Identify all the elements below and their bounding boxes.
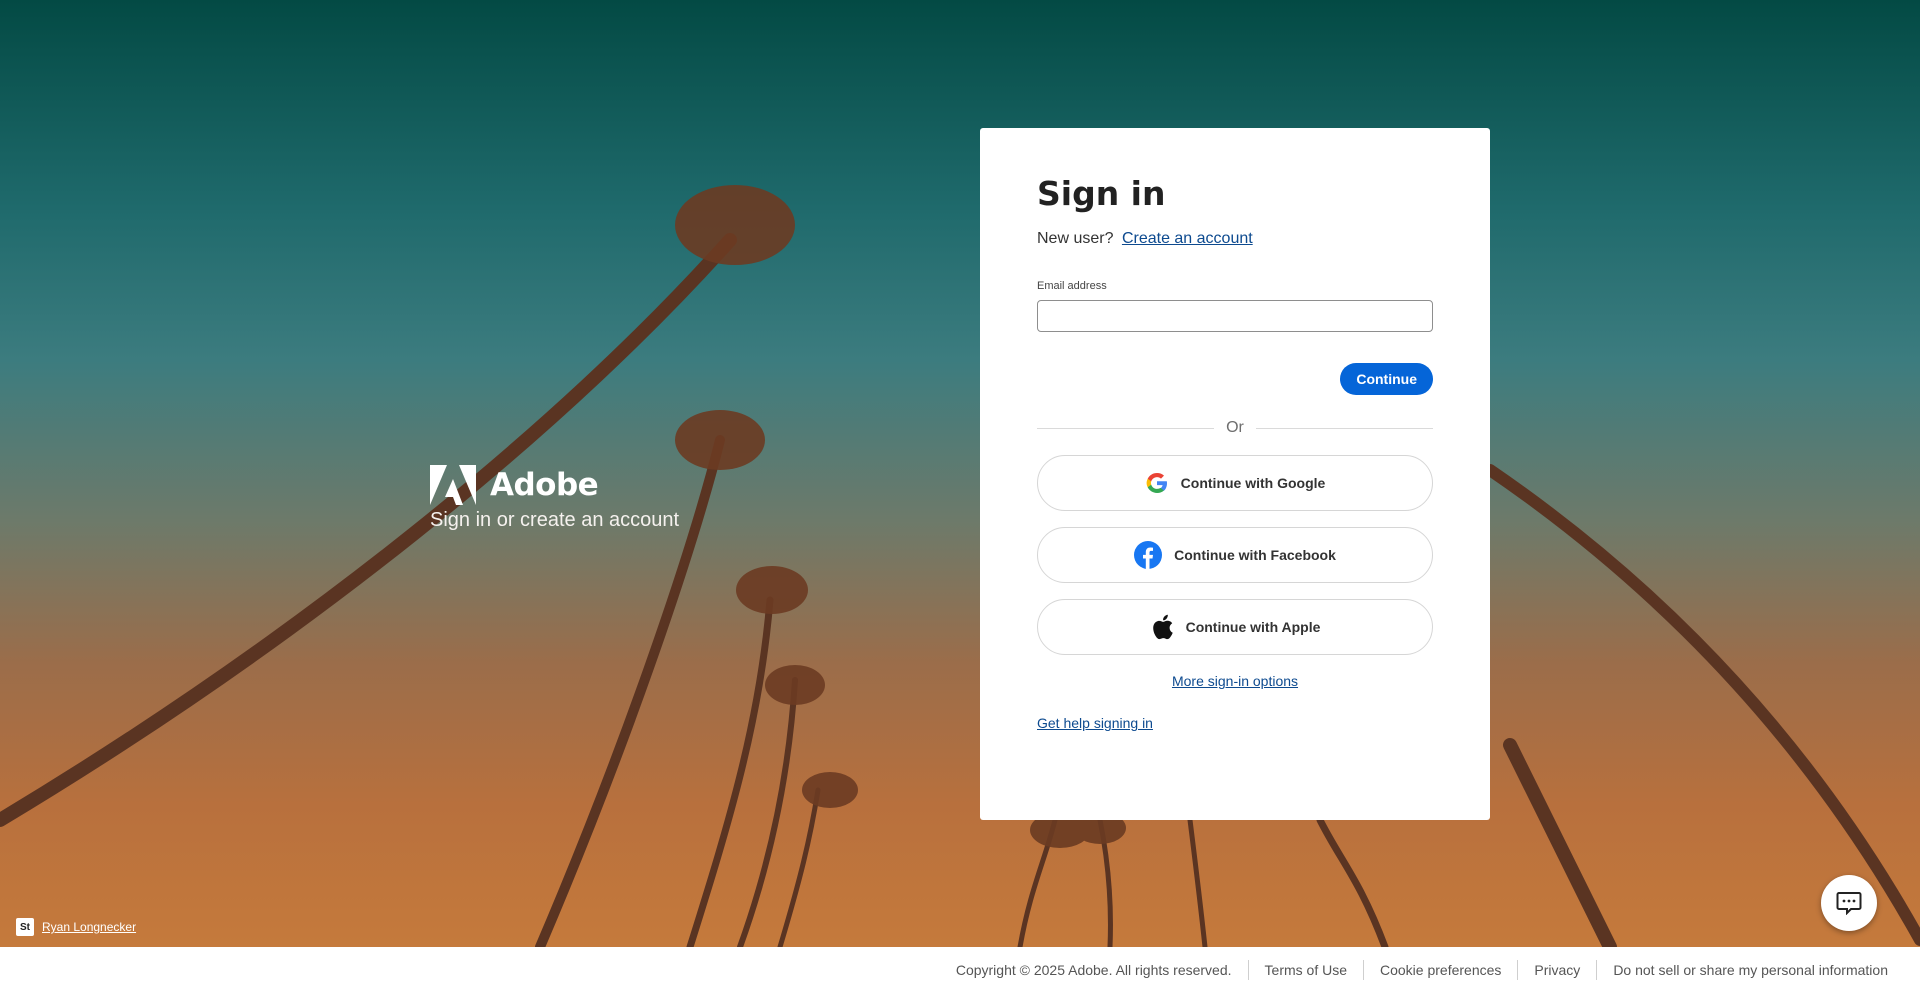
- help-row: Get help signing in: [1037, 715, 1433, 731]
- photo-author-link[interactable]: Ryan Longnecker: [42, 920, 136, 934]
- footer: Copyright © 2025 Adobe. All rights reser…: [0, 947, 1920, 993]
- palm-trees-illustration: [0, 185, 1920, 947]
- continue-button[interactable]: Continue: [1340, 363, 1433, 396]
- apple-icon: [1152, 615, 1173, 640]
- get-help-link[interactable]: Get help signing in: [1037, 715, 1153, 731]
- brand-tagline: Sign in or create an account: [430, 509, 680, 531]
- more-options-row: More sign-in options: [1037, 673, 1433, 689]
- hero-background: [0, 0, 1920, 947]
- new-user-row: New user? Create an account: [1037, 230, 1433, 248]
- chat-icon: [1836, 892, 1862, 915]
- or-text: Or: [1226, 419, 1244, 437]
- apple-signin-label: Continue with Apple: [1185, 619, 1321, 636]
- google-icon: [1146, 473, 1167, 494]
- stock-badge-icon: St: [16, 918, 34, 936]
- google-signin-label: Continue with Google: [1180, 475, 1326, 492]
- footer-copyright: Copyright © 2025 Adobe. All rights reser…: [955, 962, 1232, 978]
- footer-terms-link[interactable]: Terms of Use: [1249, 962, 1363, 978]
- chat-button[interactable]: [1821, 875, 1877, 931]
- footer-do-not-sell-link[interactable]: Do not sell or share my personal informa…: [1597, 962, 1888, 978]
- facebook-icon: [1134, 541, 1163, 570]
- new-user-text: New user?: [1037, 230, 1114, 248]
- google-signin-button[interactable]: Continue with Google: [1037, 455, 1433, 512]
- brand-name: Adobe: [490, 467, 599, 503]
- continue-row: Continue: [1037, 363, 1433, 396]
- footer-privacy-link[interactable]: Privacy: [1518, 962, 1596, 978]
- create-account-link[interactable]: Create an account: [1122, 230, 1253, 247]
- divider-line-right: [1255, 427, 1433, 429]
- email-label: Email address: [1037, 280, 1107, 293]
- facebook-signin-button[interactable]: Continue with Facebook: [1037, 527, 1433, 584]
- brand-block: Adobe Sign in or create an account: [430, 465, 679, 532]
- or-divider: Or: [1037, 419, 1433, 437]
- divider-line-left: [1037, 427, 1215, 429]
- adobe-logo-icon: [430, 465, 476, 505]
- signin-card: Sign in New user? Create an account Emai…: [980, 128, 1490, 820]
- more-signin-options-link[interactable]: More sign-in options: [1172, 673, 1298, 689]
- page-title: Sign in: [1037, 174, 1166, 213]
- facebook-signin-label: Continue with Facebook: [1174, 547, 1336, 564]
- apple-signin-button[interactable]: Continue with Apple: [1037, 599, 1433, 656]
- footer-cookie-preferences-link[interactable]: Cookie preferences: [1364, 962, 1517, 978]
- photo-credit: St Ryan Longnecker: [16, 918, 136, 936]
- email-field[interactable]: [1037, 300, 1433, 333]
